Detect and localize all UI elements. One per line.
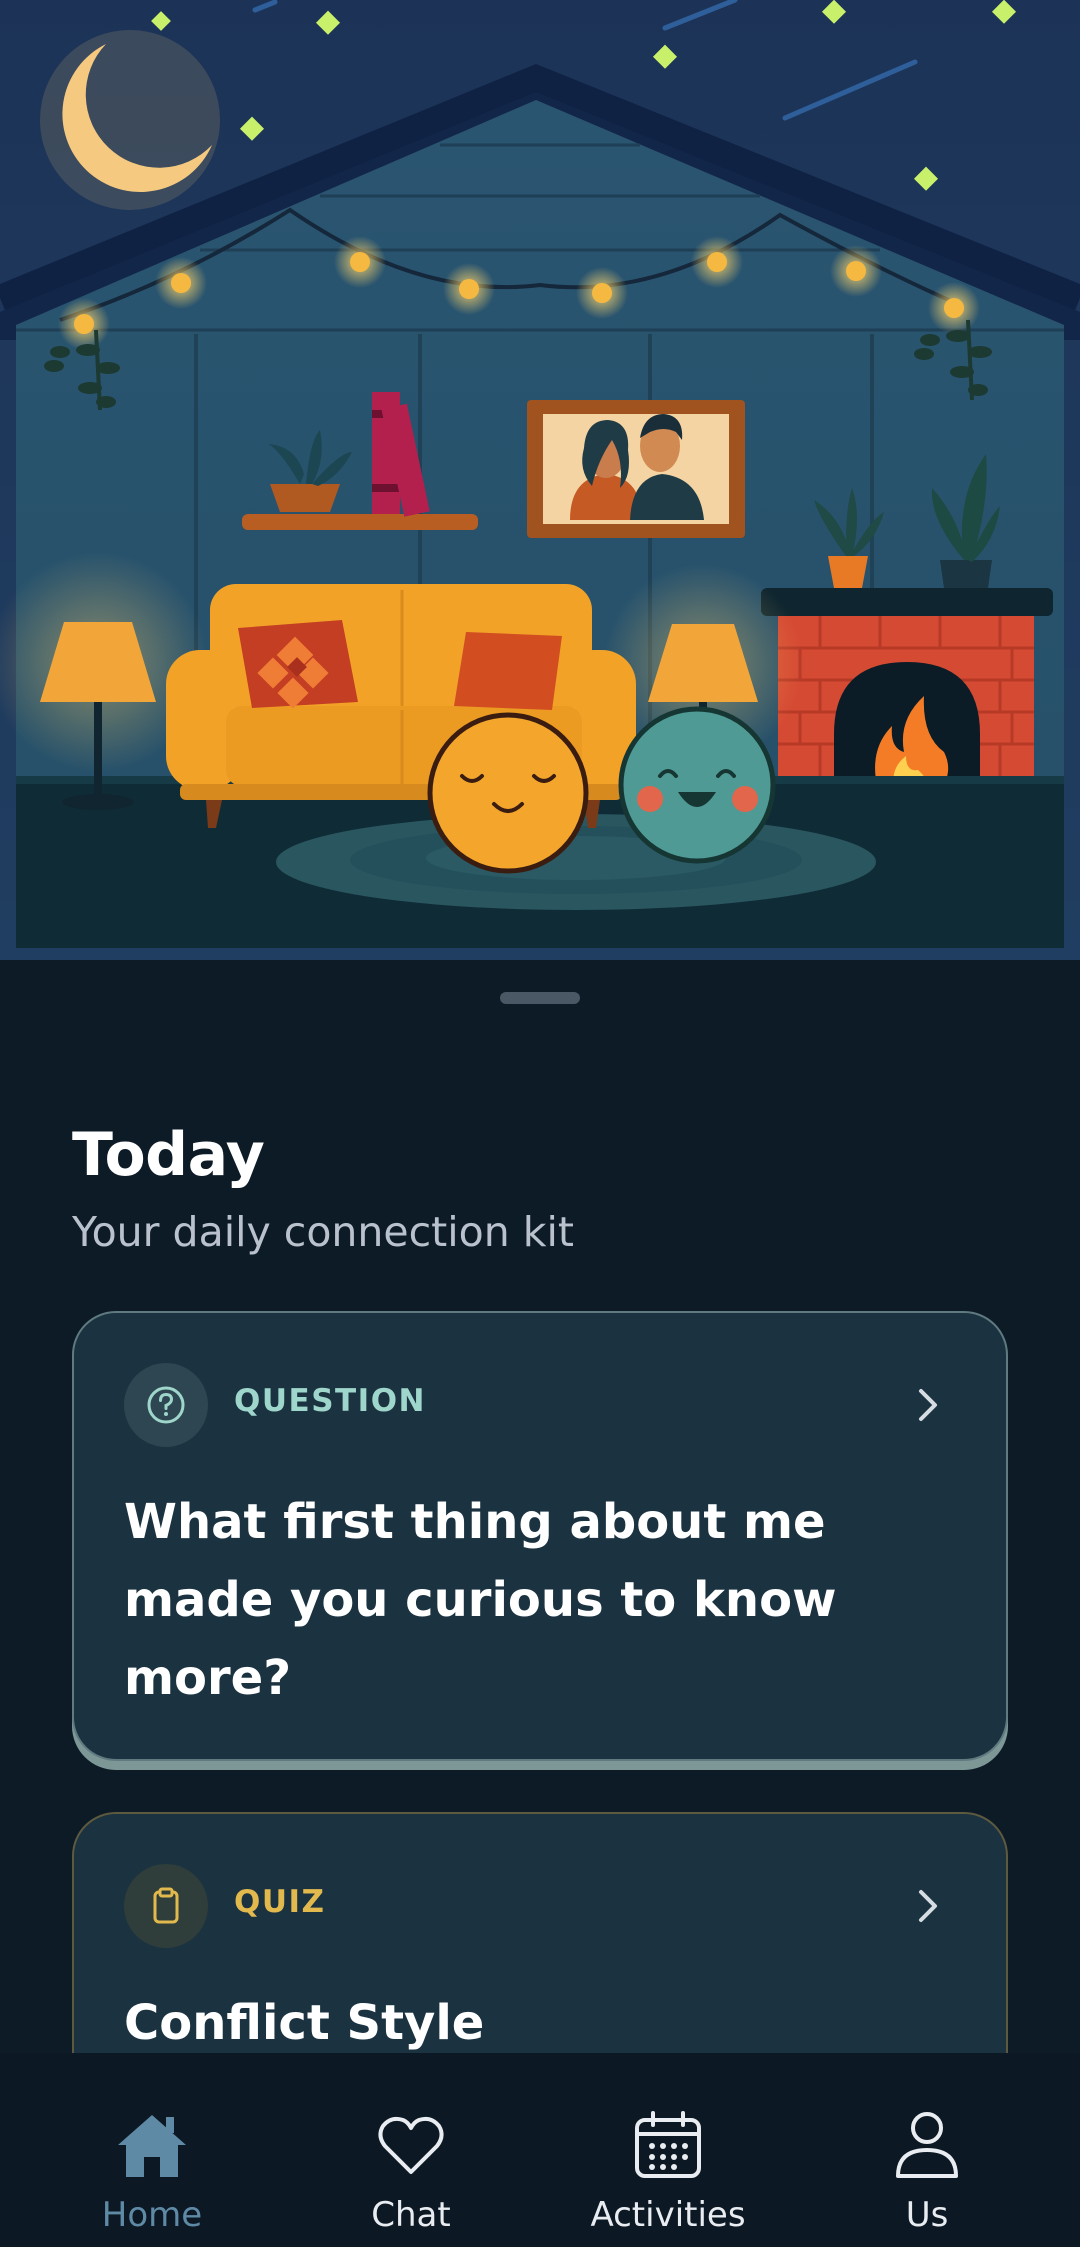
partner-b-avatar (618, 706, 776, 864)
fireplace (761, 588, 1053, 790)
nav-chat-label: Chat (371, 2195, 451, 2235)
nav-home[interactable]: Home (52, 2053, 252, 2247)
bottom-navigation: Home Chat Activities Us (0, 2053, 1080, 2247)
card-kind-label: QUIZ (234, 1884, 326, 1920)
chevron-right-icon[interactable] (908, 1884, 948, 1928)
sheet-drag-handle[interactable] (500, 992, 580, 1004)
question-circle-icon (124, 1363, 208, 1447)
calendar-icon (628, 2105, 708, 2185)
hero-illustration (0, 0, 1080, 960)
question-text: What first thing about me made you curio… (124, 1494, 837, 1706)
page-title: Today (72, 1120, 265, 1190)
nav-home-label: Home (101, 2195, 203, 2235)
quiz-title: Conflict Style (124, 1995, 485, 2051)
nav-us-label: Us (905, 2195, 949, 2235)
chevron-right-icon[interactable] (908, 1383, 948, 1427)
card-kind-label: QUESTION (234, 1383, 427, 1419)
question-card[interactable]: QUESTION What first thing about me made … (72, 1311, 1008, 1761)
heart-icon (371, 2105, 451, 2185)
nav-us[interactable]: Us (827, 2053, 1027, 2247)
clipboard-icon (124, 1864, 208, 1948)
moon-icon (40, 30, 220, 210)
nav-chat[interactable]: Chat (311, 2053, 511, 2247)
person-icon (887, 2105, 967, 2185)
nav-activities[interactable]: Activities (568, 2053, 768, 2247)
page-subtitle: Your daily connection kit (72, 1208, 574, 1256)
partner-a-avatar (427, 712, 589, 874)
app-root: Today Your daily connection kit QUESTION… (0, 0, 1080, 2247)
couple-photo-frame (527, 400, 745, 538)
nav-activities-label: Activities (590, 2195, 746, 2235)
home-icon (112, 2105, 192, 2185)
